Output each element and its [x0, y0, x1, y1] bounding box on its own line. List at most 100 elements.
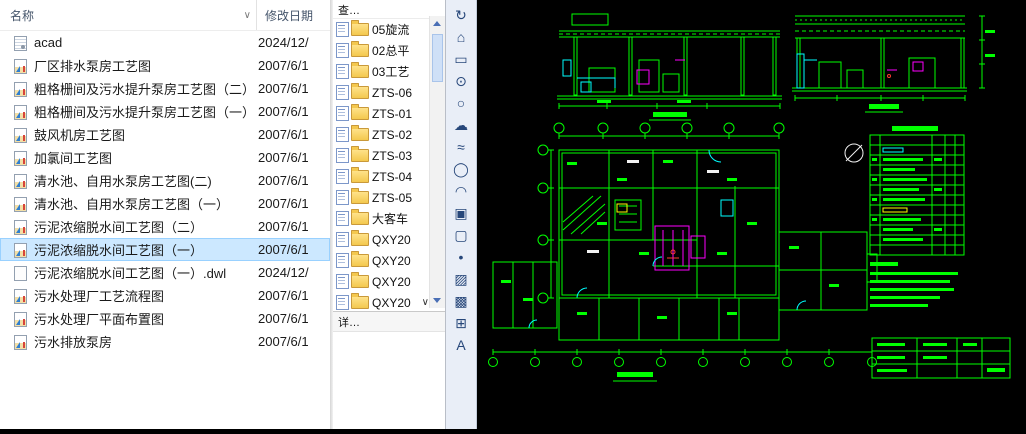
- cad-section-view-1-magenta: [636, 59, 685, 85]
- tree-item-label: QXY20: [372, 253, 411, 268]
- folder-icon: [351, 167, 369, 183]
- circle-icon[interactable]: ○: [449, 92, 473, 114]
- tree-item[interactable]: ZTS-01 ∨: [333, 103, 430, 124]
- tree-item[interactable]: 大客车 ∨: [333, 208, 430, 229]
- column-header-name[interactable]: 名称 ∨: [0, 0, 257, 30]
- hatch-icon[interactable]: ▨: [449, 268, 473, 290]
- folder-icon: [351, 230, 369, 246]
- tree-item[interactable]: ZTS-05 ∨: [333, 187, 430, 208]
- tree-item[interactable]: QXY20 ∨: [333, 229, 430, 250]
- insert-block-icon[interactable]: ▣: [449, 202, 473, 224]
- 污水处理厂平面布置图[interactable]: 污水处理厂平面布置图 2007/6/1: [0, 307, 330, 330]
- cad-drawing-area[interactable]: [477, 0, 1026, 429]
- 粗格栅间及污水提升泵房工艺图（二）[interactable]: 粗格栅间及污水提升泵房工艺图（二） 2007/6/1: [0, 77, 330, 100]
- file-list-panel: 名称 ∨ 修改日期 acad 2024/12/ 厂区排水泵房工艺图 2007/6…: [0, 0, 330, 429]
- cad-diameter-symbol: [844, 143, 864, 163]
- cad-section-view-2-magenta: [887, 61, 924, 72]
- 粗格栅间及污水提升泵房工艺图（一）[interactable]: 粗格栅间及污水提升泵房工艺图（一） 2007/6/1: [0, 100, 330, 123]
- file-name: 清水池、自用水泵房工艺图（一）: [34, 197, 230, 212]
- mtext-icon[interactable]: A: [449, 334, 473, 356]
- table-icon[interactable]: ⊞: [449, 312, 473, 334]
- file-icon: [12, 196, 28, 212]
- tree-item[interactable]: ZTS-02 ∨: [333, 124, 430, 145]
- file-icon: [12, 242, 28, 258]
- cad-plan-yellow: [616, 203, 628, 213]
- 污水处理厂工艺流程图[interactable]: 污水处理厂工艺流程图 2007/6/1: [0, 284, 330, 307]
- tree-item-label: ZTS-01: [372, 106, 413, 121]
- file-date: 2007/6/1: [258, 311, 309, 326]
- file-icon: [12, 288, 28, 304]
- sheet-icon: [336, 169, 349, 184]
- file-date: 2007/6/1: [258, 196, 309, 211]
- tree-item[interactable]: ZTS-04 ∨: [333, 166, 430, 187]
- sheet-icon: [336, 127, 349, 142]
- tree-item[interactable]: QXY20 ∨: [333, 250, 430, 271]
- tree-item[interactable]: ZTS-03 ∨: [333, 145, 430, 166]
- 加氯间工艺图[interactable]: 加氯间工艺图 2007/6/1: [0, 146, 330, 169]
- 污水排放泵房[interactable]: 污水排放泵房 2007/6/1: [0, 330, 330, 353]
- chevron-down-icon[interactable]: ∨: [422, 297, 429, 308]
- 污泥浓缩脱水间工艺图（一）[interactable]: 污泥浓缩脱水间工艺图（一） 2007/6/1: [0, 238, 330, 261]
- cad-draw-toolbar: ↻ ⌂ ▭ ⊙ ○ ☁ ≈ ◯ ◠ ▣ ▢ • ▨ ▩ ⊞ A: [446, 0, 477, 429]
- file-date: 2007/6/1: [258, 242, 309, 257]
- scrollbar-thumb[interactable]: [432, 34, 443, 82]
- cad-canvas[interactable]: [477, 0, 1026, 429]
- column-filter-chevron-icon[interactable]: ∨: [244, 10, 251, 21]
- folder-icon: [351, 125, 369, 141]
- file-name: acad: [34, 35, 63, 50]
- folder-icon: [351, 251, 369, 267]
- file-name: 污水处理厂工艺流程图: [34, 289, 165, 304]
- sheet-icon: [336, 211, 349, 226]
- file-name: 污泥浓缩脱水间工艺图（二）: [34, 220, 204, 235]
- file-date: 2007/6/1: [258, 150, 309, 165]
- tree-scrollbar[interactable]: [429, 16, 445, 308]
- file-date: 2007/6/1: [258, 288, 309, 303]
- tree-item[interactable]: 03工艺 ∨: [333, 61, 430, 82]
- 鼓风机房工艺图[interactable]: 鼓风机房工艺图 2007/6/1: [0, 123, 330, 146]
- file-name: 粗格栅间及污水提升泵房工艺图（一）: [34, 105, 256, 120]
- tree-item[interactable]: QXY20 ∨: [333, 271, 430, 292]
- cad-notes: [870, 262, 958, 307]
- tree-item[interactable]: 02总平 ∨: [333, 40, 430, 61]
- file-icon: [12, 334, 28, 350]
- zoom-window-icon[interactable]: ▭: [449, 48, 473, 70]
- 厂区排水泵房工艺图[interactable]: 厂区排水泵房工艺图 2007/6/1: [0, 54, 330, 77]
- cad-plan-lower-doors-cyan: [528, 300, 807, 329]
- sheet-icon: [336, 64, 349, 79]
- scroll-down-icon[interactable]: [430, 293, 444, 308]
- cad-title-block: [871, 337, 1011, 379]
- tree-item-label: 02总平: [372, 44, 410, 58]
- tree-item[interactable]: ZTS-06 ∨: [333, 82, 430, 103]
- ellipse-icon[interactable]: ◯: [449, 158, 473, 180]
- column-header-date[interactable]: 修改日期: [257, 0, 330, 30]
- orbit-icon[interactable]: ↻: [449, 4, 473, 26]
- file-icon: [12, 35, 28, 51]
- file-icon: [12, 173, 28, 189]
- 污泥浓缩脱水间工艺图（一）.dwl[interactable]: 污泥浓缩脱水间工艺图（一）.dwl 2024/12/: [0, 261, 330, 284]
- arc-icon[interactable]: ◠: [449, 180, 473, 202]
- acad[interactable]: acad 2024/12/: [0, 31, 330, 54]
- details-section-header[interactable]: 详…: [333, 311, 445, 332]
- file-icon: [12, 81, 28, 97]
- 污泥浓缩脱水间工艺图（二）[interactable]: 污泥浓缩脱水间工艺图（二） 2007/6/1: [0, 215, 330, 238]
- tree-item[interactable]: 05旋流 ∨: [333, 19, 430, 40]
- file-date: 2007/6/1: [258, 219, 309, 234]
- tree-item-label: 03工艺: [372, 65, 410, 79]
- sheet-icon: [336, 106, 349, 121]
- home-icon[interactable]: ⌂: [449, 26, 473, 48]
- folder-icon: [351, 146, 369, 162]
- file-list-header: 名称 ∨ 修改日期: [0, 0, 330, 31]
- tree-item[interactable]: QXY20 ∨: [333, 292, 430, 311]
- 清水池、自用水泵房工艺图(二)[interactable]: 清水池、自用水泵房工艺图(二) 2007/6/1: [0, 169, 330, 192]
- point-icon[interactable]: •: [449, 246, 473, 268]
- zoom-icon[interactable]: ⊙: [449, 70, 473, 92]
- scroll-up-icon[interactable]: [430, 16, 444, 31]
- make-block-icon[interactable]: ▢: [449, 224, 473, 246]
- file-date: 2007/6/1: [258, 127, 309, 142]
- folder-icon: [351, 62, 369, 78]
- revcloud-icon[interactable]: ☁: [449, 114, 473, 136]
- spline-icon[interactable]: ≈: [449, 136, 473, 158]
- gradient-icon[interactable]: ▩: [449, 290, 473, 312]
- tree-item-label: ZTS-06: [372, 85, 413, 100]
- 清水池、自用水泵房工艺图（一）[interactable]: 清水池、自用水泵房工艺图（一） 2007/6/1: [0, 192, 330, 215]
